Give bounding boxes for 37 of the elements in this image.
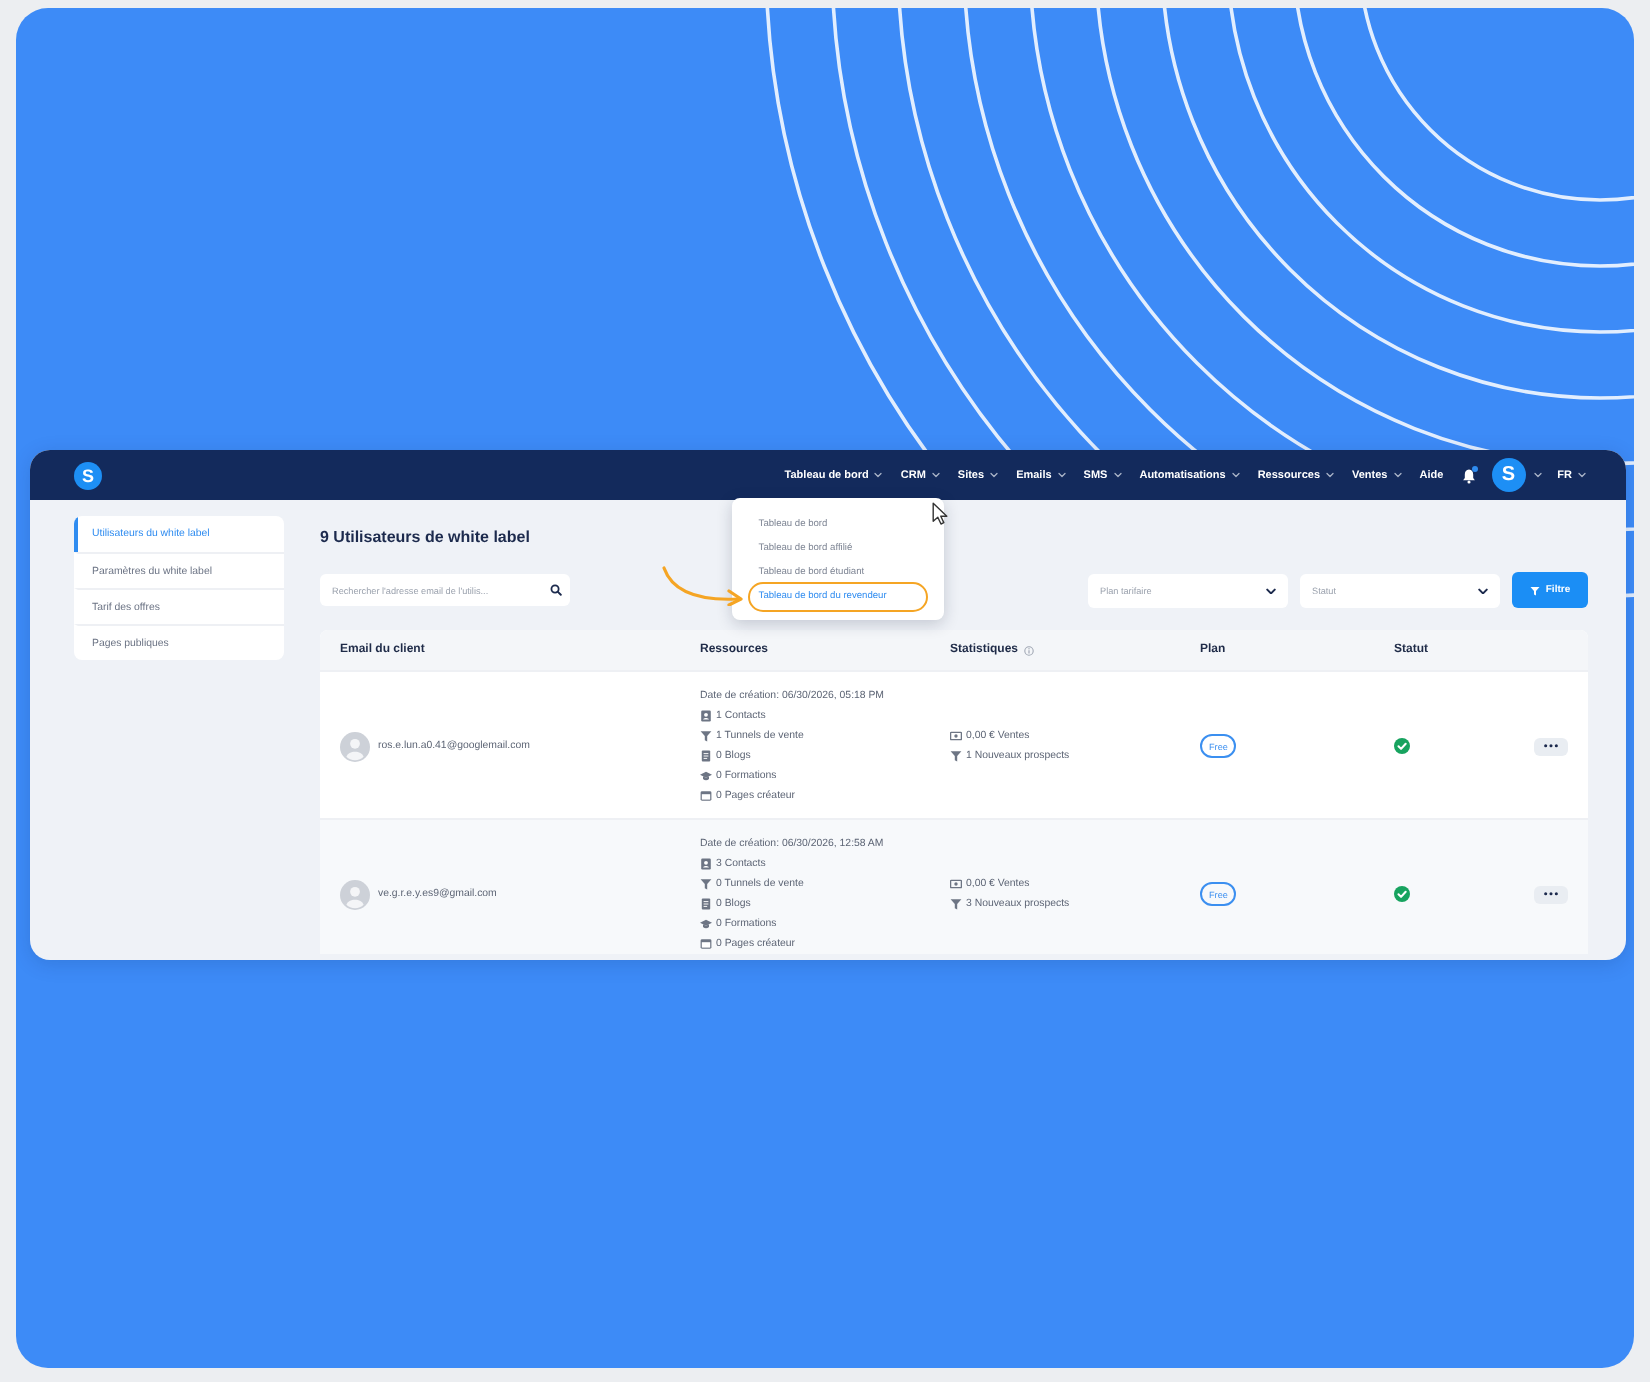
caret-icon	[1057, 472, 1066, 478]
info-icon	[1024, 645, 1035, 655]
search-icon	[550, 584, 562, 596]
document-icon	[700, 898, 712, 910]
more-button[interactable]	[1534, 737, 1568, 755]
person-silhouette-icon	[340, 731, 370, 761]
funnel-icon	[700, 878, 712, 890]
funnel-icon	[950, 750, 962, 762]
more-button[interactable]	[1534, 885, 1568, 903]
caret-icon	[1578, 472, 1586, 478]
logo[interactable]: S	[74, 461, 102, 489]
document-icon	[700, 750, 712, 762]
graduation-cap-icon	[700, 918, 712, 930]
caret-icon	[990, 472, 999, 478]
annotation-arrow	[660, 564, 747, 606]
caret-icon	[931, 472, 940, 478]
caret-icon	[874, 472, 883, 478]
person-silhouette-icon	[340, 879, 370, 909]
caret-icon	[1231, 472, 1240, 478]
caret-icon[interactable]	[1533, 472, 1542, 478]
caret-icon	[1326, 472, 1334, 478]
caret-icon	[1393, 472, 1402, 478]
chevron-icon	[1478, 587, 1488, 594]
notification-bell-icon[interactable]	[1461, 467, 1476, 483]
funnel-icon	[1529, 585, 1540, 595]
contact-card-icon	[700, 858, 712, 870]
banknote-icon	[950, 730, 962, 742]
browser-window-icon	[700, 790, 712, 802]
funnel-icon	[700, 730, 712, 742]
funnel-icon	[950, 898, 962, 910]
graduation-cap-icon	[700, 770, 712, 782]
banknote-icon	[950, 878, 962, 890]
caret-icon	[1113, 472, 1122, 478]
page-title: 9 Utilisateurs de white label	[320, 526, 530, 550]
chevron-icon	[1266, 587, 1276, 594]
user-avatar[interactable]: S	[1491, 458, 1526, 492]
contact-card-icon	[700, 710, 712, 722]
